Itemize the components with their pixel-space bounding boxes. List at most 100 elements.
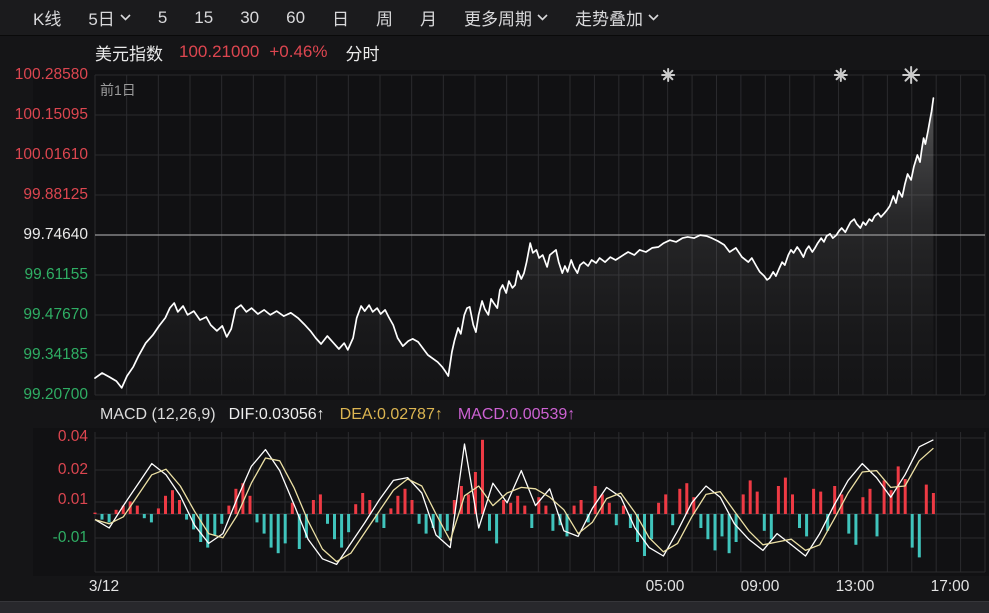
price-axis-label: 100.01610 [0,146,88,164]
macd-hist-bar [622,506,625,514]
macd-hist-bar [326,514,329,524]
macd-hist-bar [418,514,421,524]
macd-hist-bar [918,514,921,557]
macd-hist-bar [650,514,653,539]
macd-hist-bar [671,514,674,525]
event-marker-icon[interactable] [903,67,919,83]
macd-hist-bar [101,514,104,520]
macd-hist-bar [347,514,350,532]
macd-hist-bar [164,496,167,514]
price-axis-label: 99.47670 [0,306,88,324]
event-marker-icon[interactable] [835,69,847,81]
macd-hist-bar [425,514,428,534]
macd-hist-bar [756,492,759,514]
macd-hist-bar [643,514,646,556]
macd-hist-bar [699,514,702,528]
macd-hist-bar [284,514,287,543]
macd-hist-bar [213,514,216,535]
macd-hist-bar [615,514,618,525]
macd-hist-bar [467,494,470,514]
price-axis-label: 100.28580 [0,66,88,84]
macd-hist-bar [714,514,717,550]
macd-hist-bar [516,496,519,514]
macd-hist-bar [573,506,576,514]
macd-hist-bar [277,514,280,553]
macd-hist-bar [819,492,822,514]
macd-hist-bar [544,506,547,514]
macd-dif-value: DIF:0.03056↑ [229,406,325,424]
price-axis-label: 99.74640 [0,226,88,244]
macd-macd-value: MACD:0.00539↑ [458,406,575,424]
macd-hist-bar [551,514,554,531]
price-axis-label: 99.88125 [0,186,88,204]
macd-hist-bar [481,440,484,514]
macd-hist-bar [897,466,900,514]
macd-hist-bar [742,494,745,514]
macd-dea-value: DEA:0.02787↑ [340,406,443,424]
macd-hist-bar [389,508,392,514]
macd-header: MACD (12,26,9) DIF:0.03056↑ DEA:0.02787↑… [100,403,575,427]
time-axis-label: 09:00 [741,578,780,596]
macd-hist-bar [143,514,146,518]
macd-hist-bar [108,514,111,522]
macd-hist-bar [446,514,449,531]
macd-hist-bar [270,514,273,548]
macd-hist-bar [136,506,139,514]
macd-hist-bar [594,486,597,514]
trading-app-window: K线5日5153060日周月更多周期走势叠加 美元指数 100.21000 +0… [0,0,989,613]
time-axis-label: 3/12 [89,578,119,596]
macd-hist-bar [657,503,660,514]
macd-hist-bar [340,514,343,548]
macd-hist-bar [354,504,357,514]
time-axis-label: 17:00 [931,578,970,596]
macd-axis-label: -0.01 [0,529,88,547]
macd-hist-bar [368,500,371,514]
macd-hist-bar [763,514,766,531]
macd-axis-label: 0.01 [0,491,88,509]
macd-hist-bar [608,503,611,514]
macd-hist-bar [876,514,879,536]
macd-hist-bar [749,480,752,514]
macd-hist-bar [495,514,498,543]
macd-hist-bar [256,514,259,522]
macd-hist-bar [150,514,153,522]
macd-hist-bar [812,489,815,514]
macd-hist-bar [728,514,731,553]
macd-hist-bar [263,514,266,534]
macd-hist-bar [319,494,322,514]
macd-hist-bar [932,493,935,514]
macd-hist-bar [312,500,315,514]
price-axis-label: 99.61155 [0,266,88,284]
macd-hist-bar [488,514,491,531]
macd-hist-bar [791,494,794,514]
macd-hist-bar [861,497,864,514]
price-axis-label: 100.15095 [0,106,88,124]
chart-canvas[interactable] [0,0,989,613]
macd-hist-bar [227,506,230,514]
macd-hist-bar [185,514,188,520]
bottom-panel-edge [0,601,989,613]
prev-day-label: 前1日 [100,80,136,100]
macd-hist-bar [869,489,872,514]
macd-hist-bar [178,500,181,514]
macd-hist-bar [220,514,223,524]
time-axis-label: 05:00 [646,578,685,596]
macd-hist-bar [664,494,667,514]
price-axis-label: 99.20700 [0,386,88,404]
macd-hist-bar [396,496,399,514]
macd-hist-bar [530,514,533,528]
macd-hist-bar [171,490,174,514]
macd-hist-bar [911,514,914,548]
macd-hist-bar [411,500,414,514]
macd-hist-bar [94,513,97,514]
macd-hist-bar [777,486,780,514]
macd-hist-bar [925,485,928,514]
macd-axis-label: 0.04 [0,428,88,446]
event-marker-icon[interactable] [662,69,674,81]
macd-hist-bar [847,514,850,534]
macd-hist-bar [382,514,385,528]
macd-hist-bar [361,493,364,514]
macd-axis-label: 0.02 [0,461,88,479]
macd-hist-bar [580,500,583,514]
macd-hist-bar [798,514,801,528]
